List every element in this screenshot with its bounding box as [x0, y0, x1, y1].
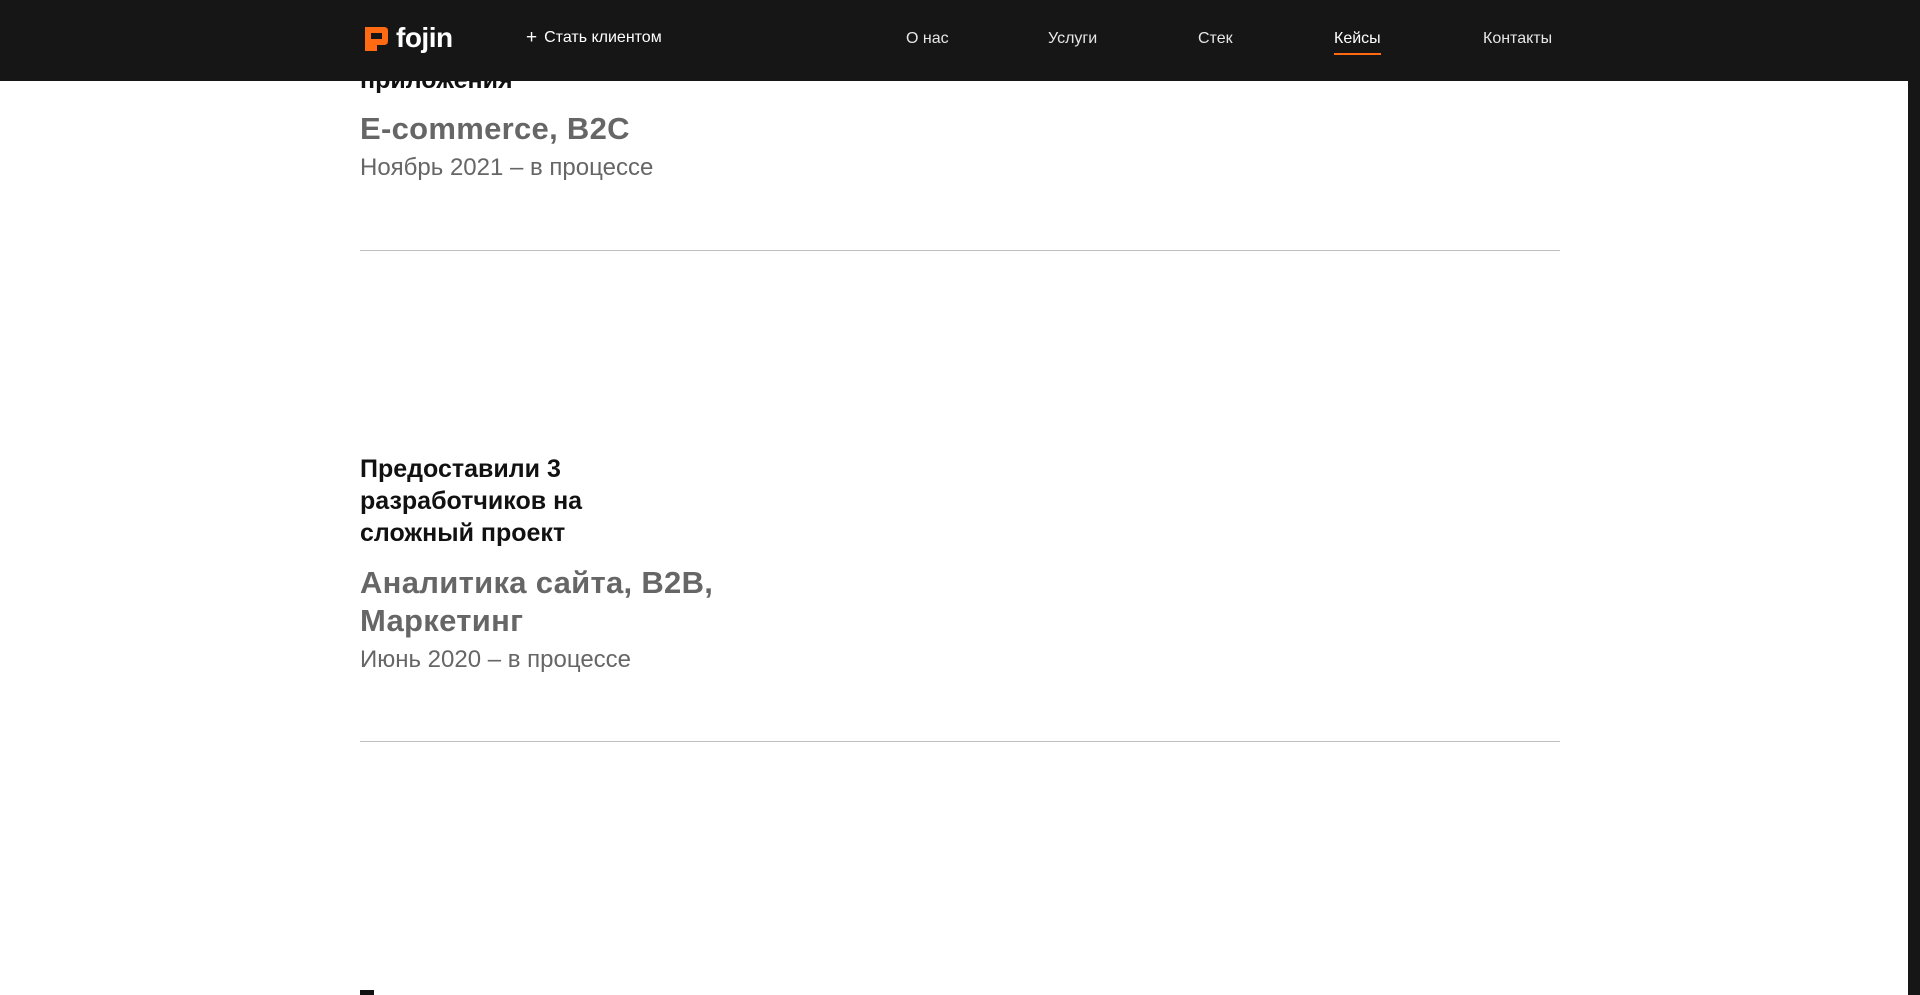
- nav-cases-label: Кейсы: [1334, 30, 1381, 47]
- case-dates: Ноябрь 2021 – в процессе: [360, 154, 654, 181]
- case-divider: [360, 741, 1560, 742]
- case-tags: E-commerce, B2C: [360, 111, 630, 146]
- nav-stack-label: Стек: [1198, 30, 1233, 47]
- nav-about[interactable]: О нас: [906, 30, 949, 48]
- case-title-line: сложный проект: [360, 519, 566, 547]
- nav-stack[interactable]: Стек: [1198, 30, 1233, 48]
- case-tags-line: Маркетинг: [360, 603, 524, 638]
- nav-active-underline: [1334, 53, 1381, 55]
- nav-contacts[interactable]: Контакты: [1483, 30, 1552, 48]
- logo[interactable]: fojin: [362, 24, 453, 52]
- nav-contacts-label: Контакты: [1483, 30, 1553, 47]
- case-dates: Июнь 2020 – в процессе: [360, 646, 632, 673]
- logo-mark-icon: [365, 27, 388, 51]
- scrollbar[interactable]: [1908, 81, 1920, 995]
- case-title: Предоставили 3 разработчиков на сложный …: [360, 453, 582, 549]
- case-title-fragment: [360, 990, 374, 995]
- site-header: fojin + Стать клиентом О нас Услуги Стек…: [0, 0, 1920, 81]
- case-tags: Аналитика сайта, B2B, Маркетинг: [360, 564, 713, 640]
- become-client-label: Стать клиентом: [544, 29, 662, 46]
- case-tags-line: Аналитика сайта, B2B,: [360, 565, 714, 600]
- become-client-button[interactable]: + Стать клиентом: [526, 27, 662, 48]
- plus-icon: +: [526, 27, 538, 48]
- nav-cases[interactable]: Кейсы: [1334, 30, 1381, 55]
- nav-about-label: О нас: [906, 30, 949, 47]
- nav-services-label: Услуги: [1048, 30, 1098, 47]
- case-title-line: разработчиков на: [360, 487, 583, 515]
- case-title-line: Предоставили 3: [360, 455, 561, 483]
- nav-services[interactable]: Услуги: [1048, 30, 1097, 48]
- page: приложения E-commerce, B2C Ноябрь 2021 –…: [0, 0, 1920, 995]
- logo-text: fojin: [396, 22, 453, 53]
